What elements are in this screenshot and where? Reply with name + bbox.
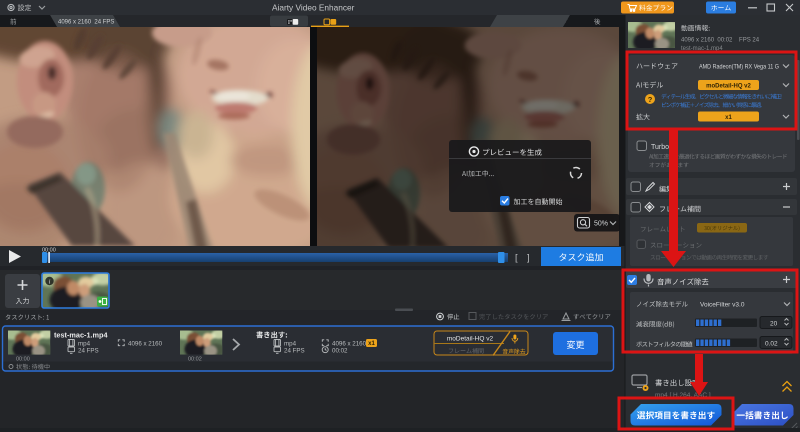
svg-text:00:00: 00:00 — [16, 357, 30, 363]
svg-text:00:02: 00:02 — [332, 348, 348, 355]
svg-text:AMD Radeon(TM) RX Vega 11 G: AMD Radeon(TM) RX Vega 11 G — [699, 63, 779, 70]
svg-text:0.02: 0.02 — [765, 341, 778, 348]
svg-text:moDetail-HQ v2: moDetail-HQ v2 — [706, 83, 751, 89]
svg-text:4096 x 2160 24 FPS: 4096 x 2160 24 FPS — [58, 19, 114, 25]
svg-text:Turbo: Turbo — [651, 144, 669, 151]
svg-text:50%: 50% — [594, 221, 608, 228]
svg-text:x1: x1 — [725, 115, 732, 121]
svg-text:[: [ — [515, 253, 518, 264]
svg-text:mp4: mp4 — [78, 341, 91, 348]
svg-text:4096 x 2160 00:02 FPS 24: 4096 x 2160 00:02 FPS 24 — [681, 38, 760, 44]
svg-text:Aiarty Video Enhancer: Aiarty Video Enhancer — [272, 3, 355, 13]
svg-text:moDetail-HQ v2: moDetail-HQ v2 — [447, 336, 494, 343]
svg-text:00:02: 00:02 — [188, 357, 202, 363]
svg-text:i: i — [49, 279, 51, 286]
svg-text:24 FPS: 24 FPS — [78, 348, 99, 355]
svg-text:]: ] — [527, 253, 530, 264]
svg-text:test-mac-1.mp4: test-mac-1.mp4 — [54, 331, 108, 340]
svg-text:VoiceFilter v3.0: VoiceFilter v3.0 — [700, 301, 745, 308]
svg-text:4096 x 2160: 4096 x 2160 — [128, 341, 163, 348]
svg-text:24 FPS: 24 FPS — [284, 348, 305, 355]
svg-text:4096 x 2160: 4096 x 2160 — [332, 341, 367, 348]
svg-text:20: 20 — [770, 321, 778, 328]
svg-text:x1: x1 — [368, 341, 375, 347]
svg-text:?: ? — [648, 95, 653, 104]
svg-text:mp4: mp4 — [284, 341, 297, 348]
